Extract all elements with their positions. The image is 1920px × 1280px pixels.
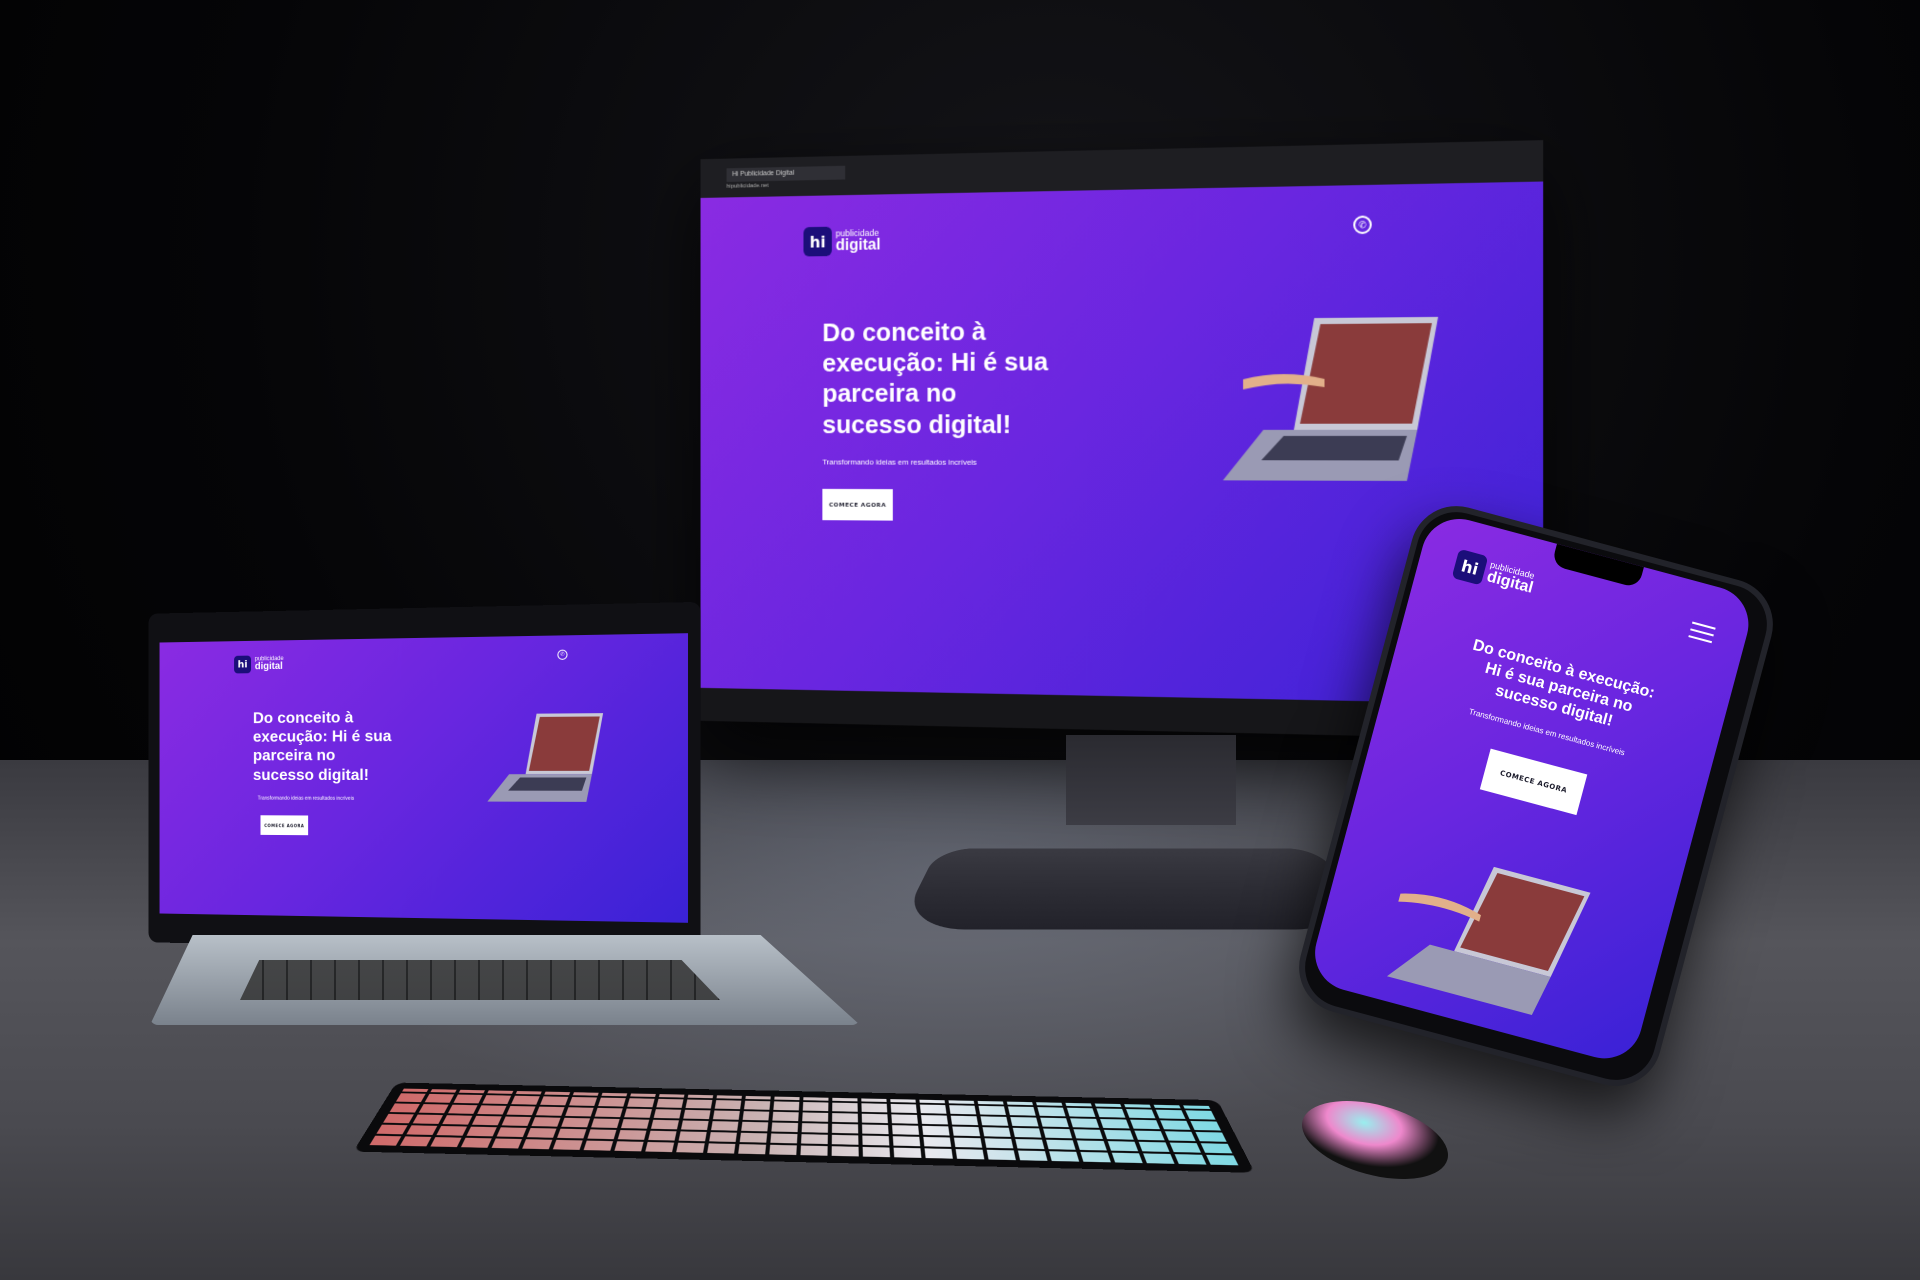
hero-headline: Do conceito à execução: Hi é sua parceir… <box>822 316 1048 440</box>
hero-headline-line: execução: Hi é sua <box>252 728 392 746</box>
laptop-lid: hi publicidade digital ✆ Do conceito à e… <box>148 601 701 955</box>
hero-headline-line: execução: Hi é sua <box>822 346 1048 378</box>
cta-button[interactable]: COMECE AGORA <box>822 488 893 521</box>
laptop-keyboard <box>240 960 720 1000</box>
hero-subtitle: Transformando ideias em resultados incrí… <box>822 457 977 467</box>
browser-url[interactable]: hipublicidade.net <box>727 183 769 190</box>
brand-big-text: digital <box>254 660 283 673</box>
hero-laptop-illustration <box>487 713 604 802</box>
brand-logo[interactable]: hi publicidade digital <box>234 655 284 674</box>
brand-mark: hi <box>234 655 252 674</box>
brand-mark: hi <box>1451 548 1489 586</box>
brand-logo[interactable]: hi publicidade digital <box>803 226 880 257</box>
hero-headline-line: Do conceito à <box>822 316 986 348</box>
brand-big-text: digital <box>835 236 881 254</box>
keyboard-keys <box>369 1088 1239 1166</box>
hero-headline-line: parceira no <box>822 378 957 409</box>
browser-tab[interactable]: Hi Publicidade Digital <box>726 165 846 182</box>
hero-laptop-illustration <box>1386 866 1591 1016</box>
monitor-stand-base <box>897 848 1363 930</box>
cta-button[interactable]: COMECE AGORA <box>260 815 309 836</box>
hero-headline-line: sucesso digital! <box>252 766 369 784</box>
hero-headline-line: Do conceito à <box>252 709 354 728</box>
cta-button[interactable]: COMECE AGORA <box>1479 748 1588 816</box>
hamburger-menu-icon[interactable] <box>1688 621 1716 644</box>
hero-headline-line: parceira no <box>252 747 336 765</box>
website-laptop-view: hi publicidade digital ✆ Do conceito à e… <box>159 633 689 923</box>
hero-headline: Do conceito à execução: Hi é sua parceir… <box>253 708 392 785</box>
hero-laptop-illustration <box>1222 316 1439 481</box>
hero-headline-line: Hi é sua parceira no <box>1483 660 1635 716</box>
browser-tab-title: Hi Publicidade Digital <box>732 169 795 178</box>
whatsapp-icon[interactable]: ✆ <box>1353 215 1372 235</box>
brand-mark: hi <box>803 226 832 257</box>
brand-logo[interactable]: hi publicidade digital <box>1451 548 1538 599</box>
hero-subtitle: Transformando ideias em resultados incrí… <box>257 795 355 802</box>
monitor-stand-neck <box>1066 735 1236 825</box>
hero-headline-line: sucesso digital! <box>822 408 1012 439</box>
whatsapp-icon[interactable]: ✆ <box>557 649 568 660</box>
